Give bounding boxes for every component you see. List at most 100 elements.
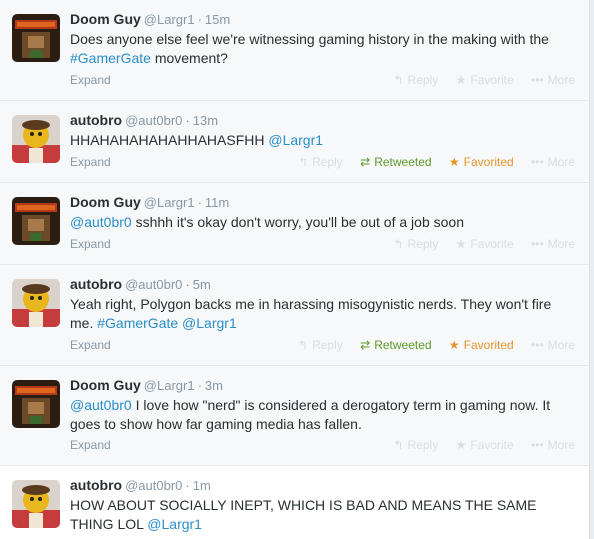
expand-link[interactable]: Expand [70,236,111,252]
author-name[interactable]: Doom Guy [70,194,141,210]
author-name[interactable]: autobro [70,112,122,128]
favorite-label: Favorite [470,237,514,251]
retweet-icon: ⇄ [360,155,371,169]
tweet-text: Yeah right, Polygon backs me in harassin… [70,295,575,333]
tweet-text-part: I love how "nerd" is considered a deroga… [70,397,551,432]
timestamp[interactable]: 13m [193,113,218,128]
more-label: More [547,237,575,251]
tweet-header: Doom Guy @Largr1 · 11m [70,193,575,211]
tweet-text: HOW ABOUT SOCIALLY INEPT, WHICH IS BAD A… [70,496,575,534]
star-icon: ★ [455,237,467,251]
tweet-header: autobro @aut0br0 · 13m [70,111,575,129]
mention-link[interactable]: @Largr1 [147,516,202,532]
favorite-label: Favorited [463,338,514,352]
author-name[interactable]: autobro [70,477,122,493]
more-button[interactable]: ••• More [531,437,575,453]
retweet-button[interactable]: ⇄ Retweeted [360,337,431,353]
reply-button[interactable]: ↰ Reply [393,437,438,453]
tweet[interactable]: autobro @aut0br0 · 13m HHAHAHAHAHAHHAHASFHH… [0,101,589,183]
favorite-button[interactable]: ★ Favorited [449,337,514,353]
expand-link[interactable]: Expand [70,72,111,88]
tweet-text-part: HHAHAHAHAHAHHAHASFHH [70,132,269,148]
reply-button[interactable]: ↰ Reply [298,154,343,170]
retweet-button[interactable]: ⇄ Retweeted [360,154,431,170]
tweet-actions: ↰ Reply ★ Favorite ••• More [379,72,575,88]
reply-icon: ↰ [393,73,404,87]
more-button[interactable]: ••• More [531,236,575,252]
timestamp[interactable]: 15m [205,12,230,27]
more-label: More [547,438,575,452]
hashtag-mention-link[interactable]: #GamerGate @Largr1 [97,315,237,331]
author-handle[interactable]: @Largr1 [144,378,195,393]
hashtag-link[interactable]: #GamerGate [70,50,151,66]
favorite-button[interactable]: ★ Favorite [456,437,514,453]
timestamp[interactable]: 1m [193,478,211,493]
more-icon: ••• [531,73,544,87]
author-name[interactable]: autobro [70,276,122,292]
tweet[interactable]: autobro @aut0br0 · 1m HOW ABOUT SOCIALLY IN… [0,466,589,539]
reply-label: Reply [312,155,343,169]
favorite-button[interactable]: ★ Favorite [456,236,514,252]
separator-dot: · [185,478,190,493]
author-handle[interactable]: @aut0br0 [125,113,182,128]
reply-icon: ↰ [393,237,404,251]
reply-button[interactable]: ↰ Reply [393,72,438,88]
author-handle[interactable]: @Largr1 [144,195,195,210]
reply-button[interactable]: ↰ Reply [298,337,343,353]
tweet-text: @aut0br0 I love how "nerd" is considered… [70,396,575,434]
reply-icon: ↰ [298,338,309,352]
avatar-autobro[interactable] [12,480,60,528]
mention-link[interactable]: @aut0br0 [70,214,132,230]
reply-icon: ↰ [298,155,309,169]
favorite-button[interactable]: ★ Favorited [449,154,514,170]
tweet-header: autobro @aut0br0 · 5m [70,275,575,293]
tweet-footer: Expand ↰ Reply ⇄ Retweeted ★ Favorited ••• M… [70,337,575,353]
author-handle[interactable]: @aut0br0 [125,277,182,292]
more-icon: ••• [531,155,544,169]
author-name[interactable]: Doom Guy [70,11,141,27]
mention-link[interactable]: @aut0br0 [70,397,132,413]
avatar-doomguy[interactable] [12,14,60,62]
tweet[interactable]: Doom Guy @Largr1 · 11m @aut0br0 sshhh it's … [0,183,589,265]
timestamp[interactable]: 3m [205,378,223,393]
retweet-icon: ⇄ [360,338,371,352]
tweet-text: Does anyone else feel we're witnessing g… [70,30,575,68]
timestamp[interactable]: 11m [205,195,229,210]
tweet-text: @aut0br0 sshhh it's okay don't worry, yo… [70,213,575,232]
avatar-doomguy[interactable] [12,197,60,245]
expand-link[interactable]: Expand [70,437,111,453]
favorite-label: Favorited [463,155,514,169]
tweet[interactable]: autobro @aut0br0 · 5m Yeah right, Polygon b… [0,265,589,366]
tweet-footer: Expand ↰ Reply ★ Favorite ••• More [70,437,575,453]
avatar-autobro[interactable] [12,279,60,327]
more-button[interactable]: ••• More [531,72,575,88]
tweet-text-part: Does anyone else feel we're witnessing g… [70,31,549,47]
tweet-actions: ↰ Reply ★ Favorite ••• More [379,437,575,453]
avatar-doomguy[interactable] [12,380,60,428]
tweet-text-part: movement? [150,50,228,66]
mention-link[interactable]: @Largr1 [268,132,323,148]
reply-icon: ↰ [393,438,404,452]
favorite-button[interactable]: ★ Favorite [456,72,514,88]
reply-button[interactable]: ↰ Reply [393,236,438,252]
more-button[interactable]: ••• More [531,154,575,170]
tweet-actions: ↰ Reply ⇄ Retweeted ★ Favorited ••• More [284,337,575,353]
tweet-header: autobro @aut0br0 · 1m [70,476,575,494]
avatar-autobro[interactable] [12,115,60,163]
author-handle[interactable]: @aut0br0 [125,478,182,493]
expand-link[interactable]: Expand [70,154,111,170]
tweet-actions: ↰ Reply ★ Favorite ••• More [379,236,575,252]
expand-link[interactable]: Expand [70,337,111,353]
author-name[interactable]: Doom Guy [70,377,141,393]
more-label: More [547,155,575,169]
more-button[interactable]: ••• More [531,337,575,353]
retweet-label: Retweeted [374,338,432,352]
separator-dot: · [185,277,190,292]
reply-label: Reply [407,237,439,251]
favorite-label: Favorite [470,438,514,452]
tweet[interactable]: Doom Guy @Largr1 · 3m @aut0br0 I love how "… [0,366,589,466]
timestamp[interactable]: 5m [193,277,211,292]
author-handle[interactable]: @Largr1 [144,12,195,27]
star-icon: ★ [448,338,460,352]
tweet[interactable]: Doom Guy @Largr1 · 15m Does anyone else fee… [0,0,589,101]
